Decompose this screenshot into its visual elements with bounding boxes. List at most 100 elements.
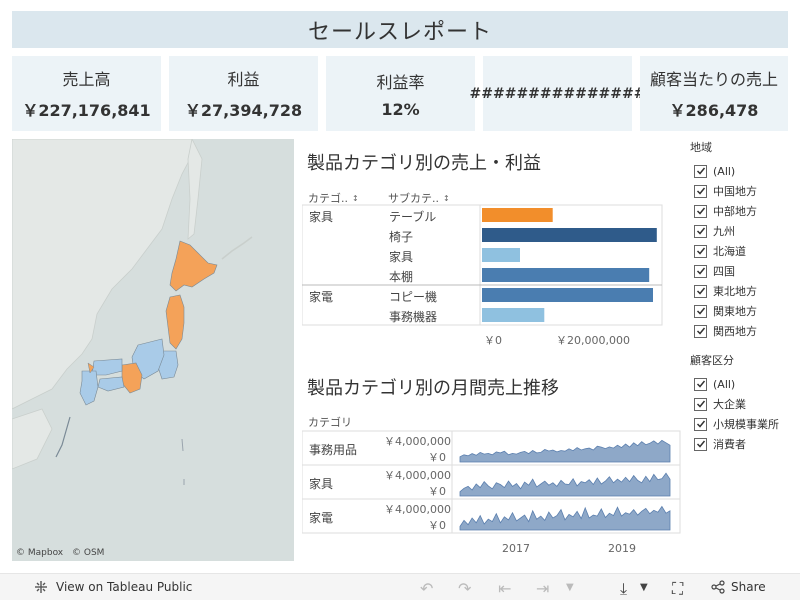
check-icon [696,420,705,428]
region-hokkaido[interactable] [169,240,218,292]
check-icon [696,327,705,335]
revert-icon[interactable]: ⇤ [498,579,511,598]
check-icon [696,187,705,195]
filter-option-label: 九州 [713,225,735,238]
dashboard: セールスレポート 売上高 ￥227,176,841 利益 ￥27,394,728… [0,0,800,600]
kpi-label: 利益率 [376,72,425,92]
ryukyu-islands [55,416,71,458]
checkbox[interactable] [694,377,707,391]
checkbox[interactable] [694,284,707,298]
x-axis-tick: 2017 [502,542,530,555]
filter-option-label: 中部地方 [713,205,757,218]
filter-segment: 顧客区分 (All) 大企業 小規模事業所 消費者 [690,352,779,454]
checkbox[interactable] [694,224,707,238]
refresh-icon[interactable]: ⇥ [536,579,549,598]
bar-mark[interactable] [482,208,553,222]
filter-option-label: 小規模事業所 [713,418,779,431]
filter-option-label: 北海道 [713,245,746,258]
osm-credit[interactable]: © OSM [72,548,104,558]
sort-icon[interactable]: ↕ [443,194,450,203]
kpi-profit: 利益 ￥27,394,728 [169,56,318,131]
checkbox[interactable] [694,204,707,218]
y-axis-tick: ￥0 [428,485,446,498]
area-series[interactable] [459,472,671,497]
filter-option-label: 東北地方 [713,285,757,298]
filter-option[interactable]: 中国地方 [690,181,757,201]
filter-option[interactable]: 消費者 [690,434,779,454]
y-axis-tick: ￥4,000,000 [384,435,451,448]
filter-region: 地域 (All) 中国地方中部地方九州北海道四国東北地方関東地方関西地方 [690,139,757,341]
table-frame [302,204,663,326]
filter-option[interactable]: 大企業 [690,394,779,414]
view-on-tableau-label: View on Tableau Public [56,580,193,594]
filter-option[interactable]: 東北地方 [690,281,757,301]
category-label: 家電 [309,511,334,525]
category-label: 家具 [309,210,334,224]
fullscreen-icon[interactable]: ⛶ [672,579,683,599]
region-kyushu[interactable] [79,370,99,406]
subcategory-label: 家具 [389,250,414,264]
sort-icon[interactable]: ↕ [352,194,359,203]
view-on-tableau-link[interactable]: View on Tableau Public [34,580,192,594]
chevron-down-icon[interactable]: ▼ [640,582,648,593]
checkbox[interactable] [694,304,707,318]
subcategory-label: テーブル [389,210,437,224]
checkbox[interactable] [694,184,707,198]
download-icon[interactable]: ⤓ [620,579,627,599]
filter-option[interactable]: 九州 [690,221,757,241]
kpi-value: ￥286,478 [669,101,759,120]
filter-option[interactable]: (All) [690,374,779,394]
y-axis-tick: ￥4,000,000 [384,503,451,516]
check-icon [696,267,705,275]
checkbox[interactable] [694,244,707,258]
check-icon [696,287,705,295]
col-header-category-monthly[interactable]: カテゴリ [308,414,352,430]
check-icon [696,247,705,255]
check-icon [696,440,705,448]
kpi-sales: 売上高 ￥227,176,841 [12,56,161,131]
korea-landmass [12,408,53,470]
filter-option-label: 大企業 [713,398,746,411]
checkbox[interactable] [694,164,707,178]
bar-mark[interactable] [482,268,650,282]
chevron-down-icon[interactable]: ▼ [566,582,574,593]
filter-option-label: 関東地方 [713,305,757,318]
bar-mark[interactable] [482,228,657,242]
filter-option[interactable]: 関東地方 [690,301,757,321]
check-icon [696,167,705,175]
share-button[interactable]: Share [711,580,766,594]
bar-mark[interactable] [482,308,545,322]
checkbox[interactable] [694,264,707,278]
filter-option[interactable]: 四国 [690,261,757,281]
checkbox[interactable] [694,437,707,451]
kpi-overflow: ############### [470,56,645,131]
filter-option[interactable]: 北海道 [690,241,757,261]
mapbox-credit[interactable]: © Mapbox [16,548,63,558]
undo-icon[interactable]: ↶ [420,579,433,598]
filter-option[interactable]: 小規模事業所 [690,414,779,434]
checkbox[interactable] [694,324,707,338]
region-tohoku[interactable] [165,294,185,350]
filter-option[interactable]: (All) [690,161,757,181]
filter-option-label: 消費者 [713,438,746,451]
bar-mark[interactable] [482,288,653,302]
filter-option[interactable]: 関西地方 [690,321,757,341]
check-icon [696,227,705,235]
ogasawara-islands [181,438,185,485]
subcategory-label: 本棚 [389,270,414,284]
bar-mark[interactable] [482,248,520,262]
checkbox[interactable] [694,397,707,411]
area-series[interactable] [459,505,671,531]
area-series[interactable] [459,439,671,463]
checkbox[interactable] [694,417,707,431]
filter-option[interactable]: 中部地方 [690,201,757,221]
filter-option-label: 中国地方 [713,185,757,198]
filter-title: 地域 [690,141,712,154]
redo-icon[interactable]: ↷ [458,579,471,598]
japan-map[interactable]: © Mapbox © OSM [12,139,294,561]
kpi-value: 12% [381,99,420,119]
dashboard-title: セールスレポート [12,11,788,48]
kpi-label: 顧客当たりの売上 [649,70,778,89]
region-shikoku[interactable] [97,376,125,392]
tableau-logo-icon [35,581,47,593]
